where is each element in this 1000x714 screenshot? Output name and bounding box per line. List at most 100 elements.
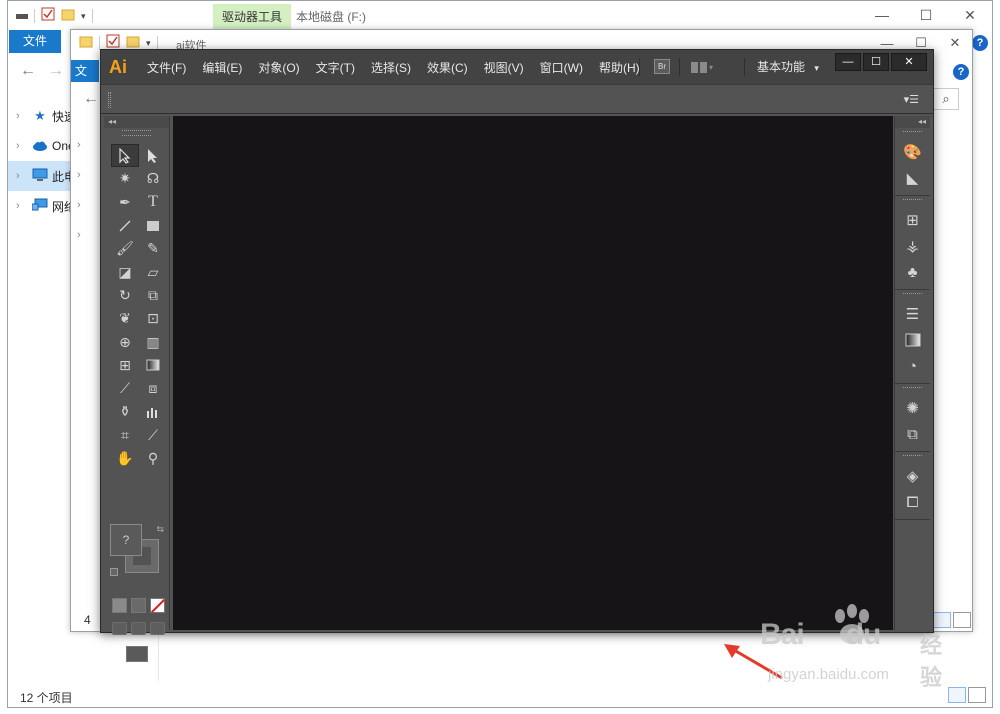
customize-qat-icon[interactable]: ▾	[146, 38, 151, 49]
pencil-tool-icon[interactable]: ✎	[139, 237, 167, 260]
new-folder-icon[interactable]	[61, 7, 75, 26]
back-arrow-icon[interactable]: ←	[83, 90, 99, 108]
workspace-switcher[interactable]: 基本功能 ▾	[757, 50, 819, 84]
chevron-right-icon[interactable]: ›	[16, 110, 30, 122]
layers-panel-icon[interactable]: ◈	[895, 463, 930, 489]
search-icon[interactable]: ⌕	[933, 88, 959, 110]
drive-tools-tab[interactable]: 驱动器工具	[213, 4, 291, 30]
menu-window[interactable]: 窗口(W)	[532, 59, 591, 76]
eyedropper-tool-icon[interactable]: ⟋	[111, 377, 139, 400]
file-tab[interactable]: 文件	[9, 30, 61, 53]
direct-selection-tool-icon[interactable]	[139, 144, 167, 167]
panel-grip[interactable]	[903, 387, 922, 391]
graphic-styles-panel-icon[interactable]: ⧉	[895, 421, 930, 447]
minimize-button[interactable]: —	[860, 1, 904, 29]
gradient-tool-icon[interactable]	[139, 354, 167, 377]
eraser-tool-icon[interactable]: ▱	[139, 260, 167, 283]
rotate-tool-icon[interactable]: ↻	[111, 284, 139, 307]
paintbrush-tool-icon[interactable]: 🖌	[111, 237, 139, 260]
chevron-right-icon[interactable]: ›	[77, 229, 91, 241]
large-icons-view-button[interactable]	[968, 687, 986, 703]
magic-wand-tool-icon[interactable]: ✷	[111, 167, 139, 190]
mesh-tool-icon[interactable]: ⊞	[111, 354, 139, 377]
menu-effect[interactable]: 效果(C)	[419, 59, 476, 76]
chevron-right-icon[interactable]: ›	[16, 140, 30, 152]
stroke-panel-icon[interactable]: ☰	[895, 301, 930, 327]
swatches-panel-icon[interactable]: ⊞	[895, 207, 930, 233]
free-transform-tool-icon[interactable]: ⊡	[139, 307, 167, 330]
artboard-tool-icon[interactable]: ⌗	[111, 424, 139, 447]
blob-brush-tool-icon[interactable]: ◪	[111, 260, 139, 283]
color-mode-button[interactable]	[112, 598, 127, 613]
scale-tool-icon[interactable]: ⧉	[139, 284, 167, 307]
panel-grip[interactable]	[903, 131, 922, 135]
chevron-right-icon[interactable]: ›	[16, 170, 30, 182]
arrange-documents-button[interactable]: ▾	[691, 60, 721, 74]
gradient-panel-icon[interactable]	[895, 327, 930, 353]
minimize-button[interactable]: —	[835, 53, 861, 71]
type-tool-icon[interactable]: T	[139, 191, 167, 214]
bridge-button[interactable]: Br	[654, 59, 670, 74]
draw-behind-button[interactable]	[131, 622, 146, 635]
menu-object[interactable]: 对象(O)	[250, 59, 307, 76]
transparency-panel-icon[interactable]: ◔	[895, 353, 930, 379]
swap-fill-stroke-icon[interactable]: ⇆	[156, 524, 164, 535]
color-guide-icon[interactable]: ◣	[895, 165, 930, 191]
fill-swatch[interactable]: ?	[110, 524, 142, 556]
panel-grip[interactable]	[903, 199, 922, 203]
gradient-mode-button[interactable]	[131, 598, 146, 613]
column-graph-tool-icon[interactable]	[139, 400, 167, 423]
menu-edit[interactable]: 编辑(E)	[194, 59, 250, 76]
chevron-right-icon[interactable]: ›	[77, 199, 91, 211]
properties-icon[interactable]	[41, 7, 55, 26]
file-tab[interactable]: 文	[71, 60, 99, 82]
back-arrow-icon[interactable]: ←	[20, 62, 36, 80]
panel-menu-icon[interactable]: ▾☰	[904, 93, 919, 106]
zoom-tool-icon[interactable]: ⚲	[139, 447, 167, 470]
chevron-right-icon[interactable]: ›	[16, 200, 30, 212]
maximize-button[interactable]: ☐	[904, 1, 948, 29]
panel-grip[interactable]	[903, 455, 922, 459]
help-icon[interactable]: ?	[972, 35, 988, 51]
close-button[interactable]: ✕	[891, 53, 927, 71]
appearance-panel-icon[interactable]: ✺	[895, 395, 930, 421]
drive-icon[interactable]	[16, 7, 28, 25]
chevron-right-icon[interactable]: ›	[77, 169, 91, 181]
none-mode-button[interactable]	[150, 598, 165, 613]
panel-grip[interactable]	[122, 130, 151, 136]
slice-tool-icon[interactable]: ⟋	[139, 424, 167, 447]
brushes-panel-icon[interactable]: ⚶	[895, 233, 930, 259]
shape-builder-tool-icon[interactable]: ⊕	[111, 330, 139, 353]
lasso-tool-icon[interactable]: ☊	[139, 167, 167, 190]
collapse-panel-icon[interactable]: ◂◂	[895, 116, 930, 128]
menu-select[interactable]: 选择(S)	[363, 59, 419, 76]
panel-grip[interactable]	[903, 293, 922, 297]
screen-mode-button[interactable]	[126, 646, 148, 662]
help-icon[interactable]: ?	[953, 64, 969, 80]
default-fill-stroke-icon[interactable]	[110, 568, 118, 576]
warp-tool-icon[interactable]: ❦	[111, 307, 139, 330]
hand-tool-icon[interactable]: ✋	[111, 447, 139, 470]
close-button[interactable]: ✕	[938, 30, 972, 56]
symbol-sprayer-tool-icon[interactable]: ⚱	[111, 400, 139, 423]
large-icons-view-button[interactable]	[953, 612, 971, 628]
panel-grip[interactable]	[108, 92, 111, 108]
perspective-grid-tool-icon[interactable]: ▥	[139, 330, 167, 353]
pen-tool-icon[interactable]: ✒	[111, 191, 139, 214]
document-canvas[interactable]	[173, 116, 893, 630]
artboards-panel-icon[interactable]: ⧠	[895, 489, 930, 515]
collapse-panel-icon[interactable]: ◂◂	[104, 116, 169, 128]
line-tool-icon[interactable]	[111, 214, 139, 237]
selection-tool-icon[interactable]	[111, 144, 139, 168]
draw-inside-button[interactable]	[150, 622, 165, 635]
menu-file[interactable]: 文件(F)	[139, 59, 194, 76]
draw-normal-button[interactable]	[112, 622, 127, 635]
customize-qat-icon[interactable]: ▾	[81, 11, 86, 22]
blend-tool-icon[interactable]: ⧈	[139, 377, 167, 400]
maximize-button[interactable]: ☐	[863, 53, 889, 71]
color-panel-icon[interactable]: 🎨	[895, 139, 930, 165]
forward-arrow-icon[interactable]: →	[48, 62, 64, 80]
rectangle-tool-icon[interactable]	[139, 214, 167, 237]
menu-view[interactable]: 视图(V)	[476, 59, 532, 76]
close-button[interactable]: ✕	[948, 1, 992, 29]
